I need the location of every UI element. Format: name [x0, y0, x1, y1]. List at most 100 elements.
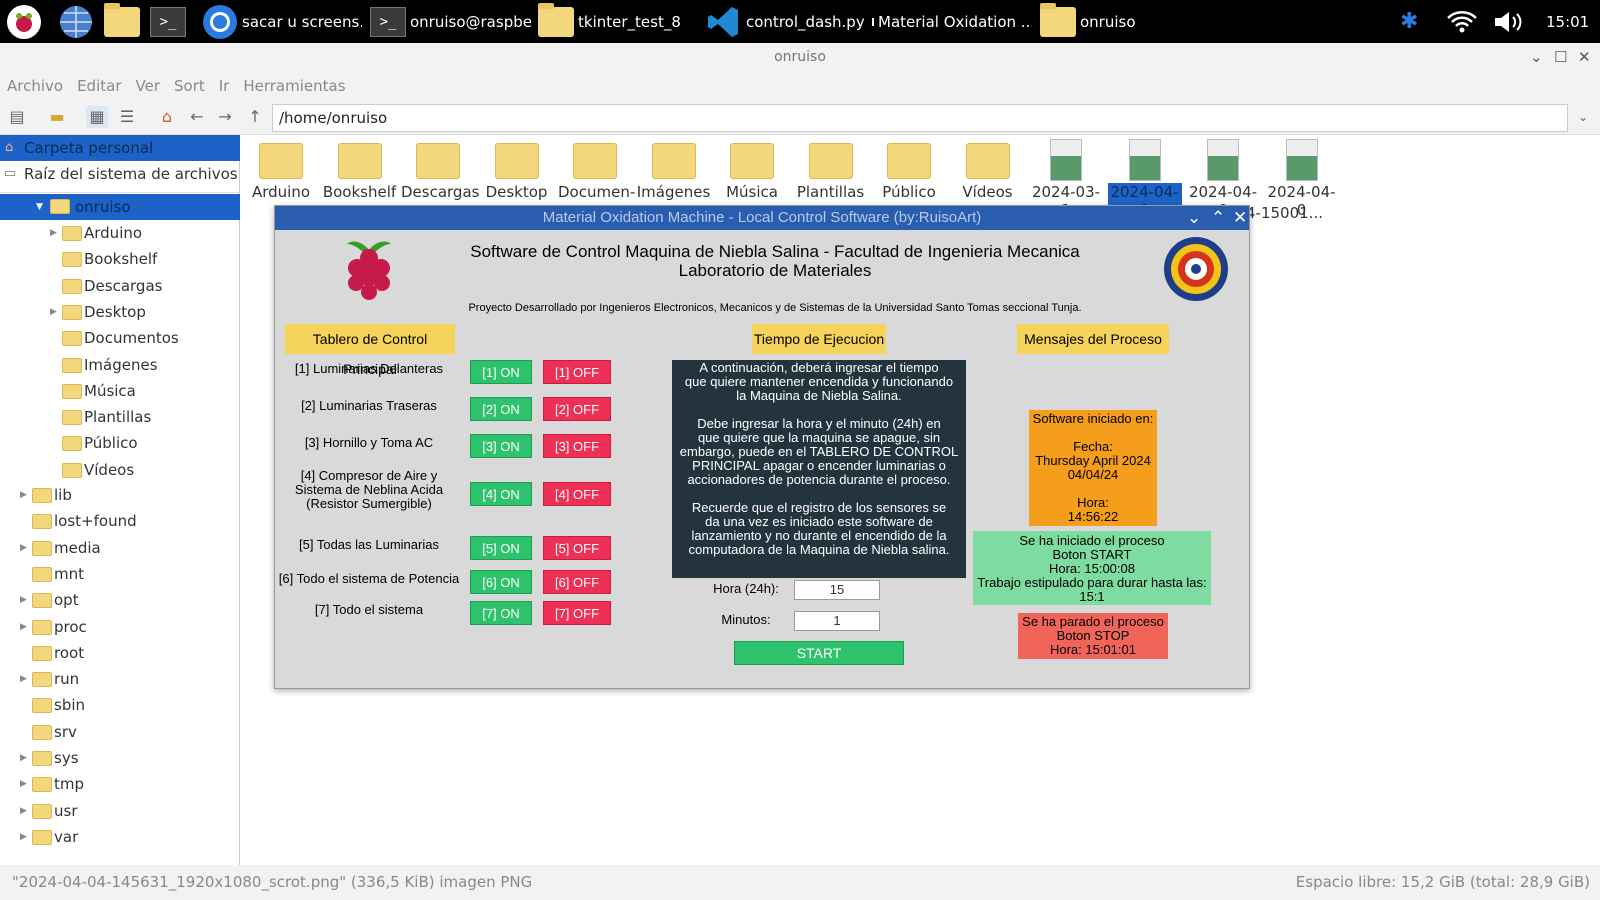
raspberry-menu-button[interactable] — [6, 0, 42, 43]
menu-herramientas[interactable]: Herramientas — [243, 77, 345, 95]
tree-item-vídeos[interactable]: Vídeos — [0, 457, 240, 483]
off-button-1[interactable]: [1] OFF — [543, 360, 611, 384]
hour-input[interactable]: 15 — [794, 580, 880, 600]
taskbar-item-chromium[interactable]: sacar u screens... — [202, 0, 362, 43]
tree-item-lib[interactable]: ▶ lib — [0, 482, 240, 508]
expand-arrow-icon[interactable]: ▶ — [20, 666, 27, 692]
tree-item-público[interactable]: Público — [0, 430, 240, 456]
on-button-3[interactable]: [3] ON — [470, 434, 532, 458]
tree-item-media[interactable]: ▶ media — [0, 535, 240, 561]
expand-arrow-icon[interactable]: ▶ — [50, 299, 57, 325]
minimize-icon[interactable]: ⌄ — [1187, 206, 1201, 230]
expand-arrow-icon[interactable]: ▶ — [50, 220, 57, 246]
expand-arrow-icon[interactable]: ▶ — [20, 535, 27, 561]
folder-item[interactable]: Vídeos — [951, 135, 1025, 201]
path-input[interactable]: /home/onruiso — [272, 104, 1568, 132]
tree-item-imágenes[interactable]: Imágenes — [0, 352, 240, 378]
tree-item-desktop[interactable]: ▶ Desktop — [0, 299, 240, 325]
tree-item-var[interactable]: ▶ var — [0, 824, 240, 850]
menu-editar[interactable]: Editar — [77, 77, 121, 95]
on-button-7[interactable]: [7] ON — [470, 601, 532, 625]
tree-item-usr[interactable]: ▶ usr — [0, 798, 240, 824]
folder-item[interactable]: Imágenes — [637, 135, 711, 201]
maximize-icon[interactable]: ☐ — [1554, 43, 1567, 71]
off-button-6[interactable]: [6] OFF — [543, 570, 611, 594]
expand-arrow-icon[interactable]: ▶ — [20, 482, 27, 508]
close-icon[interactable]: ✕ — [1578, 43, 1591, 71]
menu-sort[interactable]: Sort — [174, 77, 205, 95]
tree-item-lost-found[interactable]: lost+found — [0, 508, 240, 534]
tree-item-plantillas[interactable]: Plantillas — [0, 404, 240, 430]
maximize-icon[interactable]: ⌃ — [1211, 206, 1225, 230]
minutes-input[interactable]: 1 — [794, 611, 880, 631]
taskbar-item-terminal[interactable]: >_ onruiso@raspbe... — [370, 0, 532, 43]
folder-item[interactable]: Arduino — [244, 135, 318, 201]
tree-item-sbin[interactable]: sbin — [0, 692, 240, 718]
tree-item-bookshelf[interactable]: Bookshelf — [0, 246, 240, 272]
list-view-icon[interactable]: ☰ — [116, 106, 138, 128]
folder-item[interactable]: Plantillas — [794, 135, 868, 201]
tree-item-tmp[interactable]: ▶ tmp — [0, 771, 240, 797]
forward-icon[interactable]: → — [214, 106, 236, 128]
sidebar-place-home[interactable]: ⌂ Carpeta personal — [0, 135, 240, 161]
clock[interactable]: 15:01 — [1546, 0, 1589, 43]
tree-item-proc[interactable]: ▶ proc — [0, 614, 240, 640]
file-manager-launcher[interactable] — [104, 0, 140, 43]
folder-item[interactable]: Música — [715, 135, 789, 201]
on-button-5[interactable]: [5] ON — [470, 536, 532, 560]
close-icon[interactable]: ✕ — [1233, 206, 1247, 230]
minimize-icon[interactable]: ⌄ — [1530, 43, 1543, 71]
up-icon[interactable]: ↑ — [244, 106, 266, 128]
off-button-3[interactable]: [3] OFF — [543, 434, 611, 458]
tree-item-música[interactable]: Música — [0, 378, 240, 404]
on-button-6[interactable]: [6] ON — [470, 570, 532, 594]
expand-arrow-icon[interactable]: ▶ — [20, 587, 27, 613]
taskbar-item-material-oxidation[interactable]: Material Oxidation ... — [872, 0, 1032, 43]
tree-item-root[interactable]: root — [0, 640, 240, 666]
folder-item[interactable]: Desktop — [480, 135, 554, 201]
on-button-2[interactable]: [2] ON — [470, 397, 532, 421]
menu-archivo[interactable]: Archivo — [7, 77, 63, 95]
on-button-1[interactable]: [1] ON — [470, 360, 532, 384]
off-button-5[interactable]: [5] OFF — [543, 536, 611, 560]
browser-launcher[interactable] — [58, 0, 94, 43]
tree-item-onruiso[interactable]: ▼ onruiso — [0, 194, 240, 220]
expand-arrow-icon[interactable]: ▶ — [20, 614, 27, 640]
tree-item-srv[interactable]: srv — [0, 719, 240, 745]
tree-item-opt[interactable]: ▶ opt — [0, 587, 240, 613]
menu-ir[interactable]: Ir — [219, 77, 230, 95]
new-folder-icon[interactable]: ▬ — [46, 106, 68, 128]
sidebar-place-root[interactable]: ▭ Raíz del sistema de archivos — [0, 161, 240, 187]
wifi-icon[interactable] — [1446, 0, 1478, 43]
tree-item-documentos[interactable]: Documentos — [0, 325, 240, 351]
icon-view-icon[interactable]: ▦ — [86, 106, 108, 128]
taskbar-item-onruiso[interactable]: onruiso — [1040, 0, 1170, 43]
tree-item-arduino[interactable]: ▶ Arduino — [0, 220, 240, 246]
folder-item[interactable]: Bookshelf — [323, 135, 397, 201]
off-button-2[interactable]: [2] OFF — [543, 397, 611, 421]
path-dropdown-icon[interactable]: ⌄ — [1572, 106, 1594, 128]
menu-ver[interactable]: Ver — [136, 77, 161, 95]
expand-arrow-icon[interactable]: ▶ — [20, 798, 27, 824]
start-button[interactable]: START — [734, 641, 904, 665]
taskbar-item-vscode[interactable]: control_dash.py ... — [706, 0, 868, 43]
tree-item-sys[interactable]: ▶ sys — [0, 745, 240, 771]
expand-arrow-icon[interactable]: ▶ — [20, 824, 27, 850]
volume-icon[interactable] — [1492, 0, 1526, 43]
off-button-7[interactable]: [7] OFF — [543, 601, 611, 625]
folder-item[interactable]: Público — [872, 135, 946, 201]
tree-item-descargas[interactable]: Descargas — [0, 273, 240, 299]
expand-arrow-icon[interactable]: ▶ — [20, 771, 27, 797]
tree-item-run[interactable]: ▶ run — [0, 666, 240, 692]
taskbar-item-tkinter-folder[interactable]: tkinter_test_8 — [538, 0, 698, 43]
expand-arrow-icon[interactable]: ▶ — [20, 745, 27, 771]
off-button-4[interactable]: [4] OFF — [543, 482, 611, 506]
on-button-4[interactable]: [4] ON — [470, 482, 532, 506]
folder-item[interactable]: Descargas — [401, 135, 479, 201]
folder-item[interactable]: Documen- — [558, 135, 635, 201]
back-icon[interactable]: ← — [186, 106, 208, 128]
bluetooth-icon[interactable]: ✱ — [1400, 0, 1418, 43]
collapse-arrow-icon[interactable]: ▼ — [36, 194, 43, 220]
terminal-launcher[interactable]: >_ — [150, 0, 186, 43]
home-icon[interactable]: ⌂ — [156, 106, 178, 128]
